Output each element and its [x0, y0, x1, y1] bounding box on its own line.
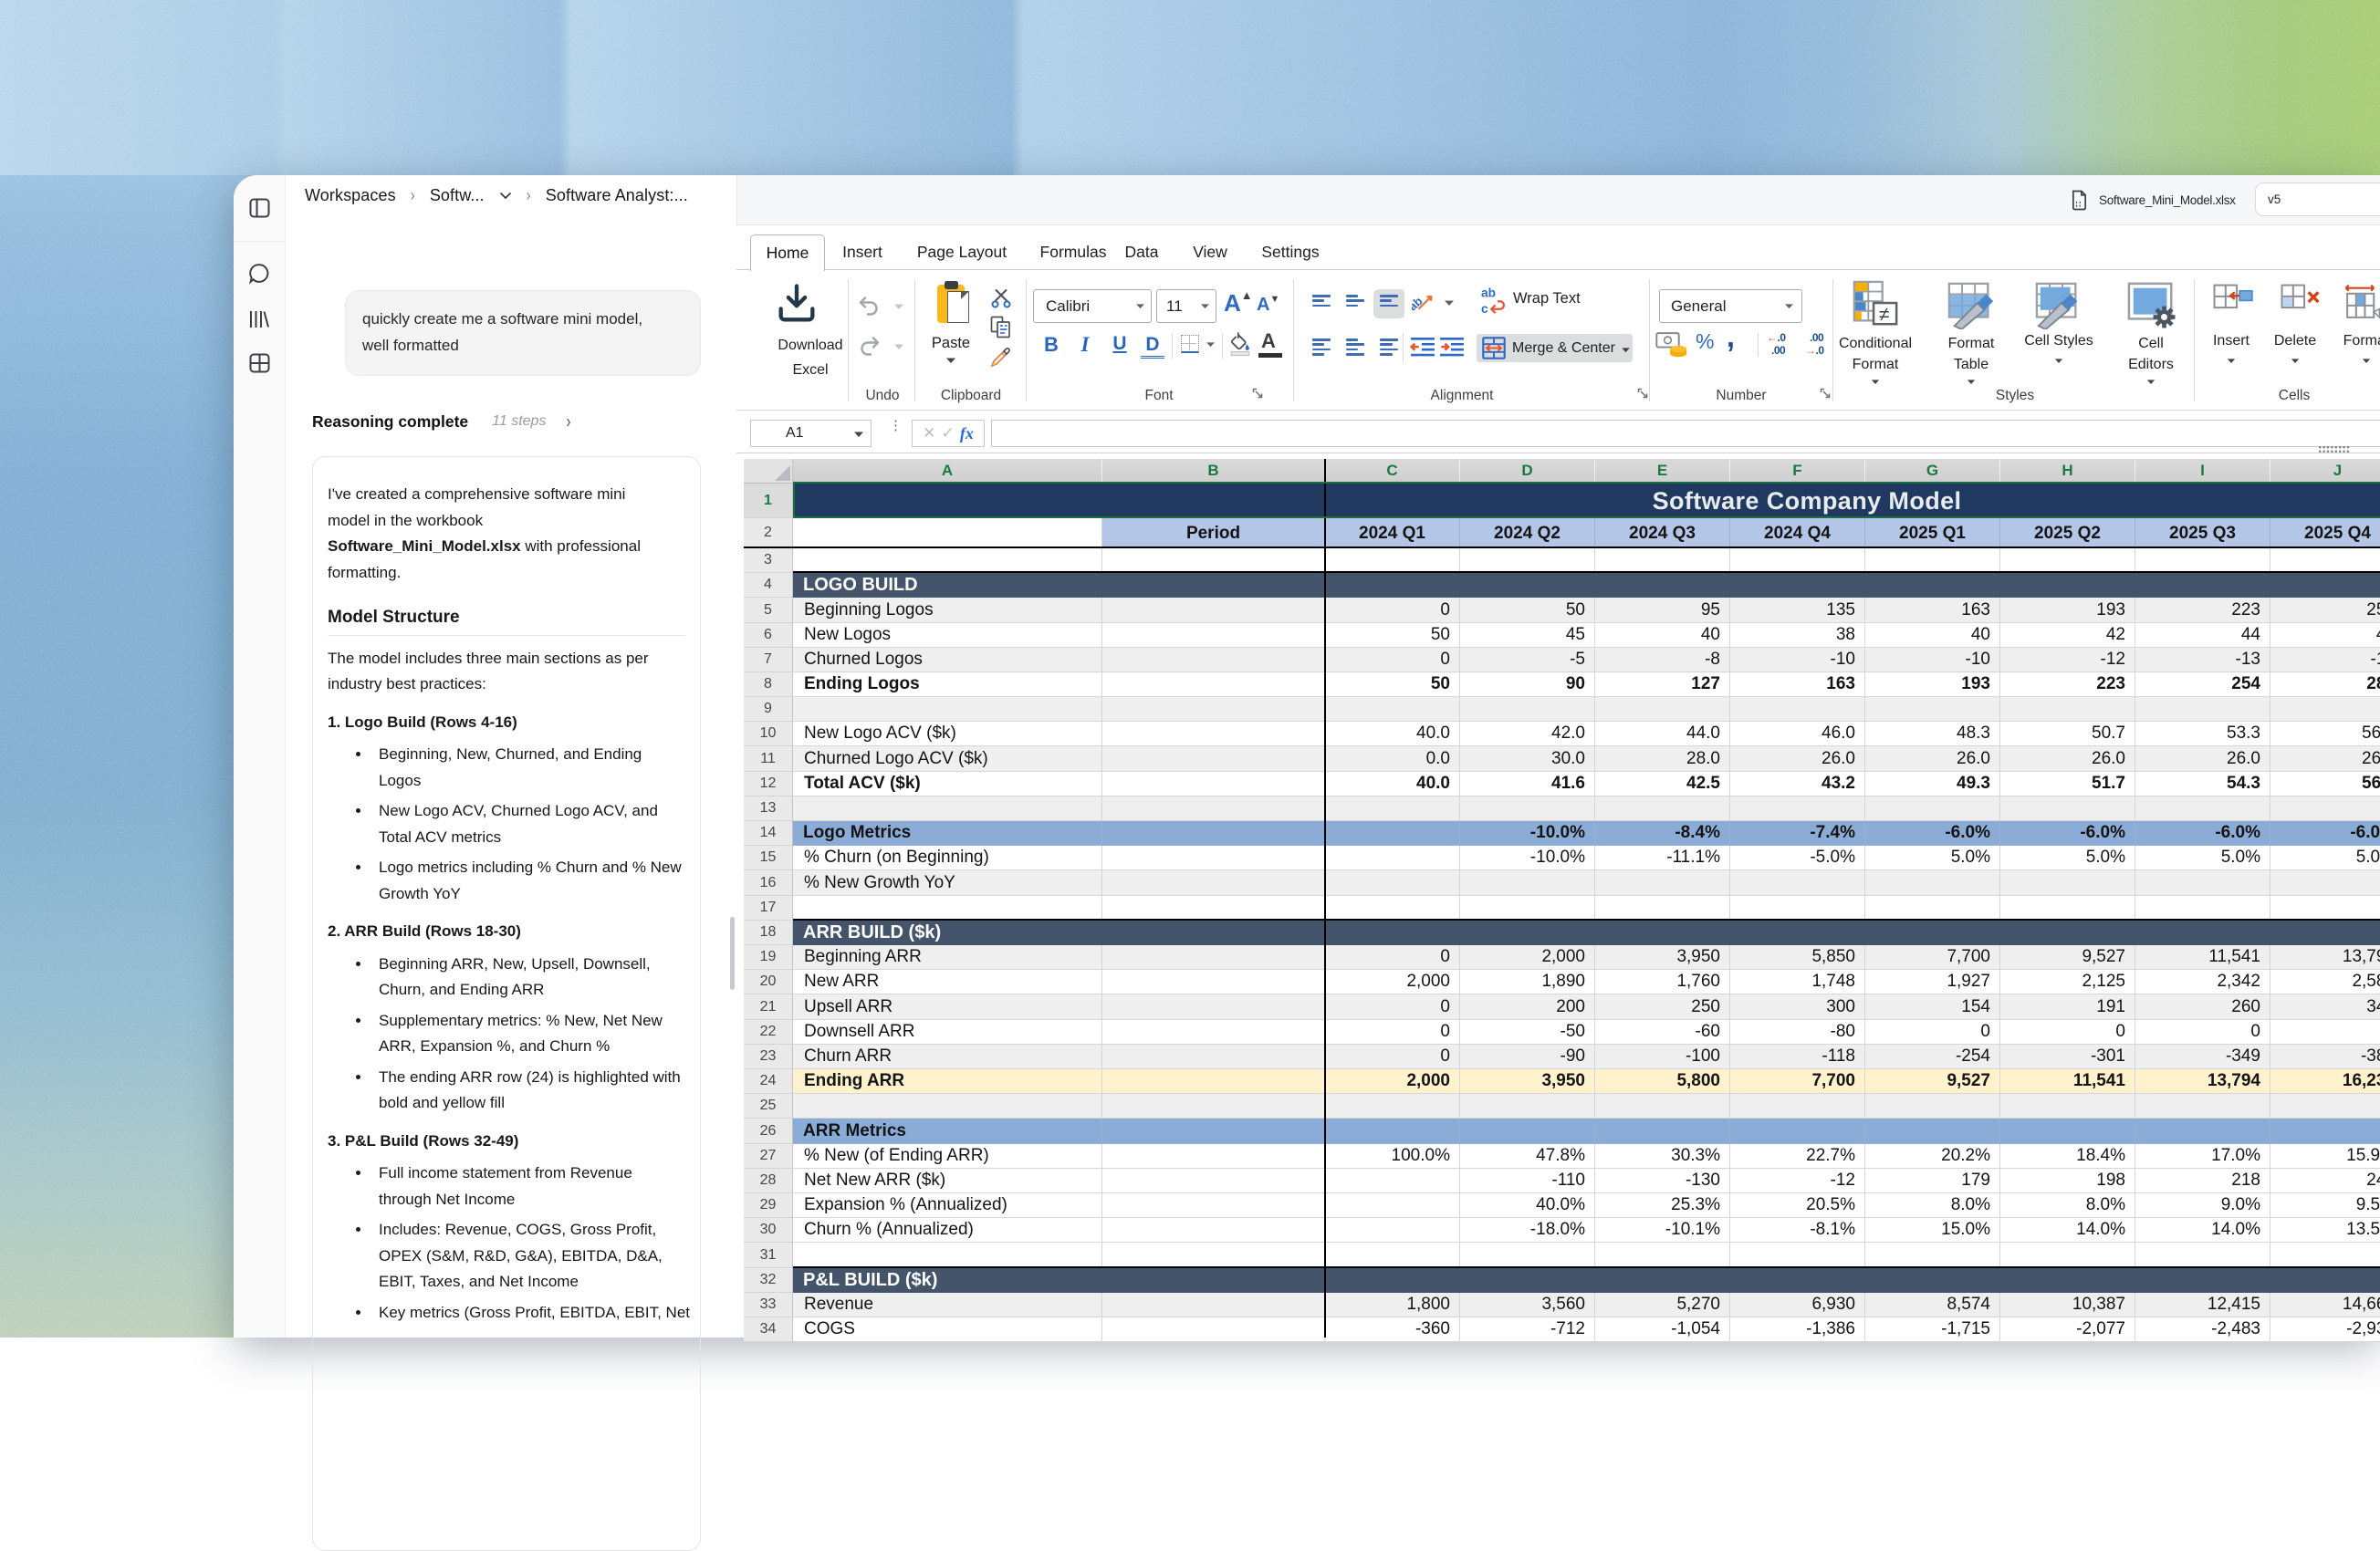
- svg-text:≠: ≠: [1879, 304, 1890, 325]
- svg-text:ab: ab: [1481, 286, 1496, 300]
- svg-text:c: c: [1481, 302, 1488, 316]
